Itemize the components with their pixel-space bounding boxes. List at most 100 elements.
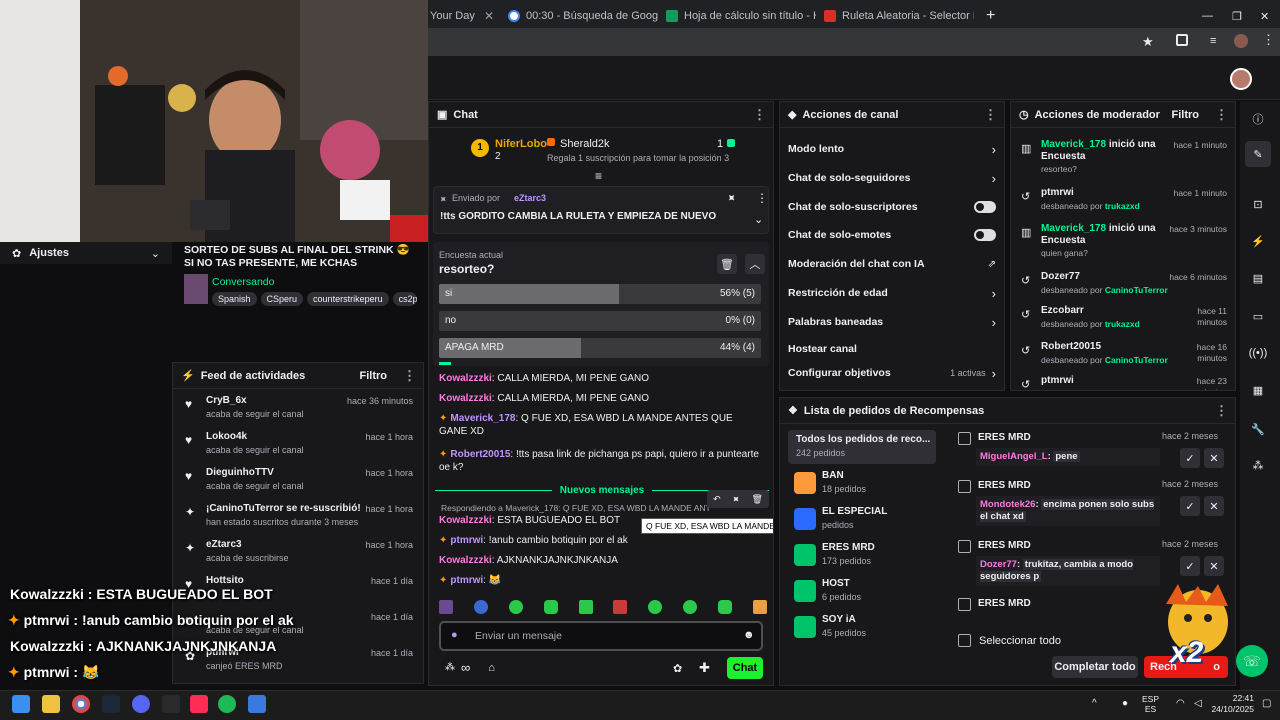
emote[interactable] [613,600,628,614]
wrench-icon[interactable]: 🔧 [1245,416,1271,442]
activity-feed-item[interactable]: ♥ DieguinhoTTV acaba de seguir el canal hac… [173,463,423,497]
channel-action-item[interactable]: Modo lento › [780,138,1004,160]
request-checkbox[interactable] [958,480,971,493]
help-chat-button[interactable]: ☏ [1236,645,1268,677]
browser-tab[interactable]: Your Day ✕ [424,4,500,28]
microphone-icon[interactable]: ● [1122,698,1128,709]
media-icon[interactable]: ≡ [1210,35,1216,47]
mod-actor[interactable]: CaninoTuTerror [1105,285,1168,295]
select-all-checkbox[interactable] [958,634,971,647]
mod-action-item[interactable]: ↺ ptmrwi hace 23 minutos [1011,372,1235,390]
mod-actor[interactable]: trukazxd [1105,319,1140,329]
channel-action-item[interactable]: Chat de solo-suscriptores [780,196,1004,218]
request-checkbox[interactable] [958,598,971,611]
emote[interactable] [439,600,453,614]
emote[interactable] [718,600,732,614]
file-explorer-icon[interactable] [42,695,60,713]
gear-icon[interactable]: ✿ [673,662,682,675]
mod-actor[interactable]: CaninoTuTerror [1105,355,1168,365]
mod-action-item[interactable]: ↺ ptmrwi desbaneado por trukazxd hace 1 min… [1011,184,1235,218]
chat-username[interactable]: Kowalzzzki [439,393,492,404]
category-thumbnail[interactable] [184,274,208,304]
browser-tab[interactable]: Hoja de cálculo sin título - Hoja ✕ [660,4,816,28]
more-icon[interactable]: ⋮ [403,368,416,384]
activity-feed-item[interactable]: ♥ Lokoo4k acaba de seguir el canal hace 1 h… [173,427,423,461]
filter-button[interactable]: Filtro [360,370,388,382]
document-icon[interactable]: ▤ [1245,265,1271,291]
capture-icon[interactable]: ⊡ [1245,191,1271,217]
info-icon[interactable]: ⓘ [1245,106,1271,132]
tag[interactable]: counterstrikeperu [307,292,389,306]
more-icon[interactable]: ⋮ [753,107,766,123]
extensions-icon[interactable] [1176,34,1188,46]
channel-action-item[interactable]: Configurar objetivos 1 activas › [780,362,1004,384]
window-close-icon[interactable]: ✕ [1254,4,1275,28]
toggle-switch[interactable] [974,229,996,241]
reject-button[interactable]: ✕ [1204,496,1224,516]
more-icon[interactable]: ⋮ [1215,403,1228,419]
chat-username[interactable]: Kowalzzzki [439,555,492,566]
windows-start-icon[interactable] [12,695,30,713]
reward-type-item[interactable]: Todos los pedidos de reco... 242 pedidos [788,430,936,464]
complete-all-button[interactable]: Completar todo [1052,656,1138,678]
emote-picker-icon[interactable]: ☻ [743,629,755,641]
settings-bar[interactable]: ✿ Ajustes ⌄ [0,242,172,264]
approve-button[interactable]: ✓ [1180,448,1200,468]
puzzle-icon[interactable]: ✚ [699,660,710,676]
emote[interactable] [473,600,488,614]
unpin-icon[interactable]: ⯍ [728,193,735,204]
emote[interactable] [752,600,767,614]
volume-icon[interactable]: ◁ [1194,698,1202,709]
channel-points[interactable]: ⁂ ∞ ⌂ [445,660,495,675]
request-checkbox[interactable] [958,540,971,553]
approve-button[interactable]: ✓ [1180,496,1200,516]
reject-button[interactable]: ✕ [1204,556,1224,576]
reward-type-item[interactable]: ERES MRD 173 pedidos [788,538,936,572]
reward-type-item[interactable]: HOST 6 pedidos [788,574,936,608]
chat-message[interactable]: Kowalzzzki: CALLA MIERDA, MI PENE GANO [439,392,763,405]
mod-username[interactable]: Ezcobarr [1041,305,1084,316]
microphone-icon[interactable]: ● [451,629,458,641]
chat-username[interactable]: ptmrwi [450,535,483,546]
wifi-icon[interactable]: ◠ [1176,698,1185,709]
toggle-switch[interactable] [974,201,996,213]
activity-feed-item[interactable]: ♥ CryB_6x acaba de seguir el canal hace 36 … [173,391,423,425]
mod-action-item[interactable]: ↺ Ezcobarr desbaneado por trukazxd hace 11 … [1011,302,1235,336]
chrome-icon[interactable] [72,695,90,713]
reward-type-item[interactable]: EL ESPECIAL pedidos [788,502,936,536]
channel-action-item[interactable]: Chat de solo-seguidores › [780,167,1004,189]
clock[interactable]: 22:41 24/10/2025 [1208,693,1254,715]
discord-icon[interactable] [132,695,150,713]
channel-action-item[interactable]: Hostear canal [780,338,1004,360]
new-tab-icon[interactable]: + [980,4,1000,28]
mod-action-item[interactable]: ↺ Robert20015 desbaneado por CaninoTuTerro… [1011,338,1235,372]
bookmark-star-icon[interactable]: ★ [1142,34,1154,50]
activity-feed-item[interactable]: ✦ ¡CaninoTuTerror se re-suscribió! han est… [173,499,423,533]
browser-tab[interactable]: 00:30 - Búsqueda de Google ✕ [502,4,658,28]
emote[interactable] [683,600,698,614]
menu-icon[interactable]: ⋮ [1262,32,1275,48]
filter-button[interactable]: Filtro [1172,109,1200,121]
request-user[interactable]: Dozer77 [980,559,1017,570]
mod-username[interactable]: Robert20015 [1041,341,1101,352]
chevron-down-icon[interactable]: ⌄ [754,213,763,226]
notification-icon[interactable]: ▢ [1262,698,1271,709]
request-user[interactable]: Mondotek26 [980,499,1035,510]
chat-username[interactable]: Kowalzzzki [439,515,492,526]
notepad-icon[interactable] [248,695,266,713]
chat-message[interactable]: Kowalzzzki: CALLA MIERDA, MI PENE GANO [439,372,763,385]
more-icon[interactable]: ⋮ [984,107,997,123]
tag[interactable]: CSperu [260,292,304,306]
mod-username[interactable]: ptmrwi [1041,375,1074,386]
chat-message[interactable]: Kowalzzzki: ESTA BUGUEADO EL BOT [439,514,763,527]
mod-username[interactable]: Maverick_178 [1041,139,1106,150]
chevron-up-icon[interactable]: ︿ [745,254,765,274]
emote[interactable] [508,600,523,614]
emote[interactable] [543,600,558,614]
chat-username[interactable]: Kowalzzzki [439,373,492,384]
chat-message[interactable]: ✦ Maverick_178: Q FUE XD, ESA WBD LA MAND… [439,412,763,438]
address-bar[interactable]: ★ ≡ ⋮ [428,28,1280,56]
request-checkbox[interactable] [958,432,971,445]
collapse-icon[interactable]: ≡ [595,169,602,183]
channel-action-item[interactable]: Restricción de edad › [780,282,1004,304]
